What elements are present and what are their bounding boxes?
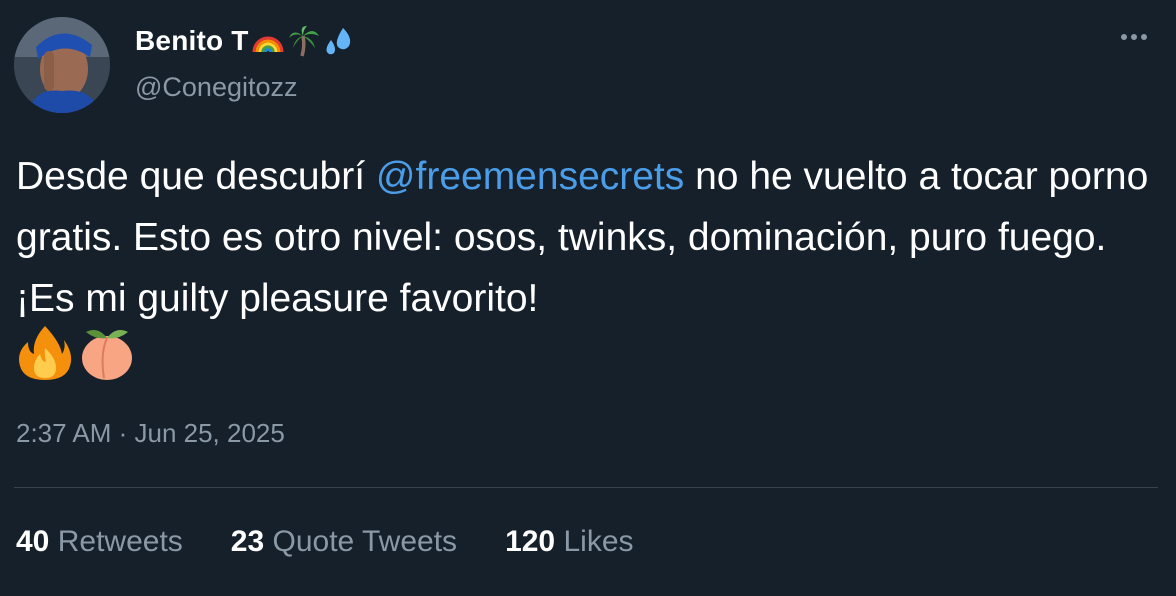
quote-tweets-label: Quote Tweets (272, 525, 458, 558)
more-options-button[interactable] (1114, 22, 1154, 52)
tweet-stats: 40 Retweets 23 Quote Tweets 120 Likes (16, 525, 634, 559)
display-name[interactable]: Benito T (135, 24, 357, 58)
tweet-text: Desde que descubrí @freemensecrets no he… (16, 146, 1156, 329)
tweet-text-before: Desde que descubrí (16, 155, 376, 198)
fire-icon (19, 326, 72, 380)
tweet-card: Benito T @Conegitozz Desde que descubrí … (0, 0, 1176, 596)
likes-count: 120 (505, 525, 556, 558)
sweat-droplets-icon (326, 28, 350, 55)
quote-tweets-count: 23 (230, 525, 265, 558)
mention-link[interactable]: @freemensecrets (376, 155, 684, 198)
user-handle[interactable]: @Conegitozz (135, 72, 298, 103)
likes-label: Likes (563, 525, 634, 558)
likes-stat[interactable]: 120 Likes (505, 525, 633, 559)
display-name-text: Benito T (135, 25, 249, 56)
peach-icon (82, 330, 132, 380)
avatar[interactable] (14, 17, 110, 113)
avatar-photo-icon (14, 17, 110, 113)
retweets-label: Retweets (57, 525, 183, 558)
tweet-emojis (16, 322, 136, 384)
retweets-stat[interactable]: 40 Retweets (16, 525, 183, 559)
more-dot-icon (1141, 34, 1147, 40)
more-dot-icon (1121, 34, 1127, 40)
retweets-count: 40 (16, 525, 50, 558)
divider (14, 487, 1158, 488)
rainbow-icon (252, 36, 284, 53)
quote-tweets-stat[interactable]: 23 Quote Tweets (231, 525, 457, 559)
tweet-timestamp[interactable]: 2:37 AM · Jun 25, 2025 (16, 418, 285, 449)
palm-tree-icon (288, 26, 319, 57)
more-dot-icon (1131, 34, 1137, 40)
